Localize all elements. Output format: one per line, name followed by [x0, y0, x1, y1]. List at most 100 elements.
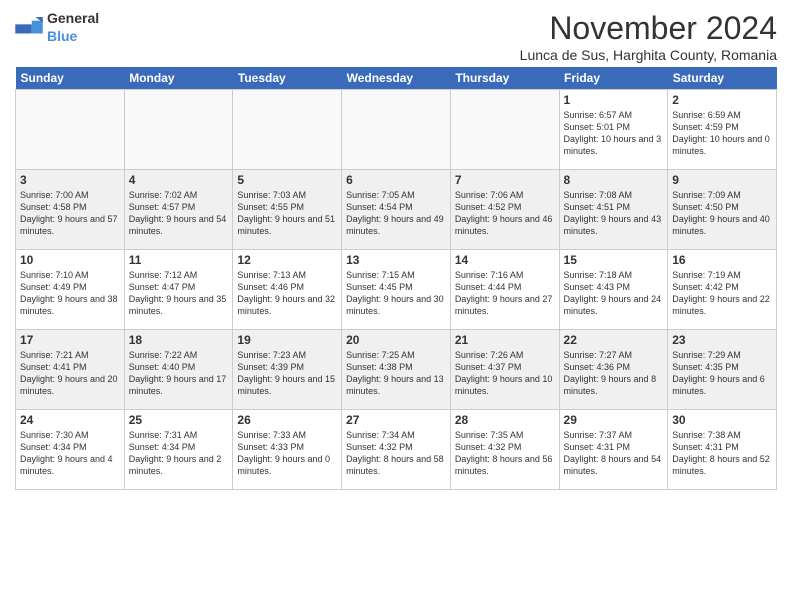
calendar-cell: 23 Sunrise: 7:29 AM Sunset: 4:35 PM Dayli…: [668, 330, 777, 410]
day-number: 1: [564, 93, 664, 107]
cell-info: Sunrise: 7:02 AM Sunset: 4:57 PM Dayligh…: [129, 189, 229, 238]
day-number: 2: [672, 93, 772, 107]
calendar-cell: 26 Sunrise: 7:33 AM Sunset: 4:33 PM Dayli…: [233, 410, 342, 490]
cell-info: Sunrise: 6:57 AM Sunset: 5:01 PM Dayligh…: [564, 109, 664, 158]
calendar-cell: 24Sunrise: 7:30 AM Sunset: 4:34 PM Dayli…: [16, 410, 125, 490]
day-number: 26: [237, 413, 337, 427]
calendar-cell: 18 Sunrise: 7:22 AM Sunset: 4:40 PM Dayli…: [124, 330, 233, 410]
week-row-2: 3 Sunrise: 7:00 AM Sunset: 4:58 PM Daylig…: [16, 170, 777, 250]
calendar-cell: 16Sunrise: 7:19 AM Sunset: 4:42 PM Dayli…: [668, 250, 777, 330]
calendar-cell: 10Sunrise: 7:10 AM Sunset: 4:49 PM Dayli…: [16, 250, 125, 330]
cell-info: Sunrise: 7:15 AM Sunset: 4:45 PM Dayligh…: [346, 269, 446, 318]
calendar-cell: 4 Sunrise: 7:02 AM Sunset: 4:57 PM Daylig…: [124, 170, 233, 250]
day-number: 13: [346, 253, 446, 267]
day-number: 19: [237, 333, 337, 347]
cell-info: Sunrise: 7:16 AM Sunset: 4:44 PM Dayligh…: [455, 269, 555, 318]
calendar-table: SundayMondayTuesdayWednesdayThursdayFrid…: [15, 67, 777, 490]
cell-info: Sunrise: 7:22 AM Sunset: 4:40 PM Dayligh…: [129, 349, 229, 398]
calendar-cell: 25Sunrise: 7:31 AM Sunset: 4:34 PM Dayli…: [124, 410, 233, 490]
day-number: 20: [346, 333, 446, 347]
day-number: 28: [455, 413, 555, 427]
logo-general: General: [47, 10, 99, 26]
title-area: November 2024 Lunca de Sus, Harghita Cou…: [520, 10, 777, 63]
calendar-cell: 28 Sunrise: 7:35 AM Sunset: 4:32 PM Dayli…: [450, 410, 559, 490]
cell-info: Sunrise: 7:38 AM Sunset: 4:31 PM Dayligh…: [672, 429, 772, 478]
month-title: November 2024: [520, 10, 777, 47]
calendar-cell: 30Sunrise: 7:38 AM Sunset: 4:31 PM Dayli…: [668, 410, 777, 490]
day-number: 10: [20, 253, 120, 267]
page-container: General Blue November 2024 Lunca de Sus,…: [0, 0, 792, 495]
cell-info: Sunrise: 7:25 AM Sunset: 4:38 PM Dayligh…: [346, 349, 446, 398]
day-number: 15: [564, 253, 664, 267]
cell-info: Sunrise: 7:05 AM Sunset: 4:54 PM Dayligh…: [346, 189, 446, 238]
cell-info: Sunrise: 7:03 AM Sunset: 4:55 PM Dayligh…: [237, 189, 337, 238]
cell-info: Sunrise: 6:59 AM Sunset: 4:59 PM Dayligh…: [672, 109, 772, 158]
day-number: 4: [129, 173, 229, 187]
day-number: 25: [129, 413, 229, 427]
day-number: 14: [455, 253, 555, 267]
cell-info: Sunrise: 7:08 AM Sunset: 4:51 PM Dayligh…: [564, 189, 664, 238]
calendar-cell: 12Sunrise: 7:13 AM Sunset: 4:46 PM Dayli…: [233, 250, 342, 330]
cell-info: Sunrise: 7:18 AM Sunset: 4:43 PM Dayligh…: [564, 269, 664, 318]
day-number: 3: [20, 173, 120, 187]
day-number: 5: [237, 173, 337, 187]
day-number: 18: [129, 333, 229, 347]
column-header-monday: Monday: [124, 67, 233, 90]
calendar-cell: 14 Sunrise: 7:16 AM Sunset: 4:44 PM Dayli…: [450, 250, 559, 330]
cell-info: Sunrise: 7:37 AM Sunset: 4:31 PM Dayligh…: [564, 429, 664, 478]
calendar-cell: [16, 90, 125, 170]
header-row: SundayMondayTuesdayWednesdayThursdayFrid…: [16, 67, 777, 90]
cell-info: Sunrise: 7:00 AM Sunset: 4:58 PM Dayligh…: [20, 189, 120, 238]
day-number: 24: [20, 413, 120, 427]
calendar-cell: 27Sunrise: 7:34 AM Sunset: 4:32 PM Dayli…: [342, 410, 451, 490]
cell-info: Sunrise: 7:19 AM Sunset: 4:42 PM Dayligh…: [672, 269, 772, 318]
calendar-cell: 2 Sunrise: 6:59 AM Sunset: 4:59 PM Daylig…: [668, 90, 777, 170]
calendar-cell: [124, 90, 233, 170]
calendar-cell: 17Sunrise: 7:21 AM Sunset: 4:41 PM Dayli…: [16, 330, 125, 410]
cell-info: Sunrise: 7:09 AM Sunset: 4:50 PM Dayligh…: [672, 189, 772, 238]
calendar-cell: 5 Sunrise: 7:03 AM Sunset: 4:55 PM Daylig…: [233, 170, 342, 250]
column-header-friday: Friday: [559, 67, 668, 90]
column-header-thursday: Thursday: [450, 67, 559, 90]
calendar-cell: 13 Sunrise: 7:15 AM Sunset: 4:45 PM Dayli…: [342, 250, 451, 330]
calendar-cell: [342, 90, 451, 170]
calendar-cell: 3 Sunrise: 7:00 AM Sunset: 4:58 PM Daylig…: [16, 170, 125, 250]
day-number: 22: [564, 333, 664, 347]
logo-text: General Blue: [47, 10, 99, 46]
cell-info: Sunrise: 7:33 AM Sunset: 4:33 PM Dayligh…: [237, 429, 337, 478]
cell-info: Sunrise: 7:13 AM Sunset: 4:46 PM Dayligh…: [237, 269, 337, 318]
calendar-cell: [233, 90, 342, 170]
calendar-cell: 21Sunrise: 7:26 AM Sunset: 4:37 PM Dayli…: [450, 330, 559, 410]
cell-info: Sunrise: 7:35 AM Sunset: 4:32 PM Dayligh…: [455, 429, 555, 478]
day-number: 6: [346, 173, 446, 187]
cell-info: Sunrise: 7:29 AM Sunset: 4:35 PM Dayligh…: [672, 349, 772, 398]
day-number: 8: [564, 173, 664, 187]
calendar-cell: 6 Sunrise: 7:05 AM Sunset: 4:54 PM Daylig…: [342, 170, 451, 250]
day-number: 23: [672, 333, 772, 347]
calendar-cell: 20 Sunrise: 7:25 AM Sunset: 4:38 PM Dayli…: [342, 330, 451, 410]
cell-info: Sunrise: 7:27 AM Sunset: 4:36 PM Dayligh…: [564, 349, 664, 398]
calendar-cell: 19 Sunrise: 7:23 AM Sunset: 4:39 PM Dayli…: [233, 330, 342, 410]
column-header-tuesday: Tuesday: [233, 67, 342, 90]
header-area: General Blue November 2024 Lunca de Sus,…: [15, 10, 777, 63]
logo-icon: [15, 17, 43, 39]
week-row-3: 10Sunrise: 7:10 AM Sunset: 4:49 PM Dayli…: [16, 250, 777, 330]
logo-blue: Blue: [47, 28, 77, 44]
column-header-sunday: Sunday: [16, 67, 125, 90]
location-subtitle: Lunca de Sus, Harghita County, Romania: [520, 47, 777, 63]
logo: General Blue: [15, 10, 99, 46]
calendar-cell: [450, 90, 559, 170]
cell-info: Sunrise: 7:06 AM Sunset: 4:52 PM Dayligh…: [455, 189, 555, 238]
cell-info: Sunrise: 7:12 AM Sunset: 4:47 PM Dayligh…: [129, 269, 229, 318]
calendar-cell: 15 Sunrise: 7:18 AM Sunset: 4:43 PM Dayli…: [559, 250, 668, 330]
calendar-cell: 29Sunrise: 7:37 AM Sunset: 4:31 PM Dayli…: [559, 410, 668, 490]
column-header-wednesday: Wednesday: [342, 67, 451, 90]
cell-info: Sunrise: 7:23 AM Sunset: 4:39 PM Dayligh…: [237, 349, 337, 398]
week-row-1: 1 Sunrise: 6:57 AM Sunset: 5:01 PM Daylig…: [16, 90, 777, 170]
calendar-cell: 1 Sunrise: 6:57 AM Sunset: 5:01 PM Daylig…: [559, 90, 668, 170]
day-number: 11: [129, 253, 229, 267]
week-row-5: 24Sunrise: 7:30 AM Sunset: 4:34 PM Dayli…: [16, 410, 777, 490]
day-number: 7: [455, 173, 555, 187]
cell-info: Sunrise: 7:21 AM Sunset: 4:41 PM Dayligh…: [20, 349, 120, 398]
calendar-cell: 22 Sunrise: 7:27 AM Sunset: 4:36 PM Dayli…: [559, 330, 668, 410]
